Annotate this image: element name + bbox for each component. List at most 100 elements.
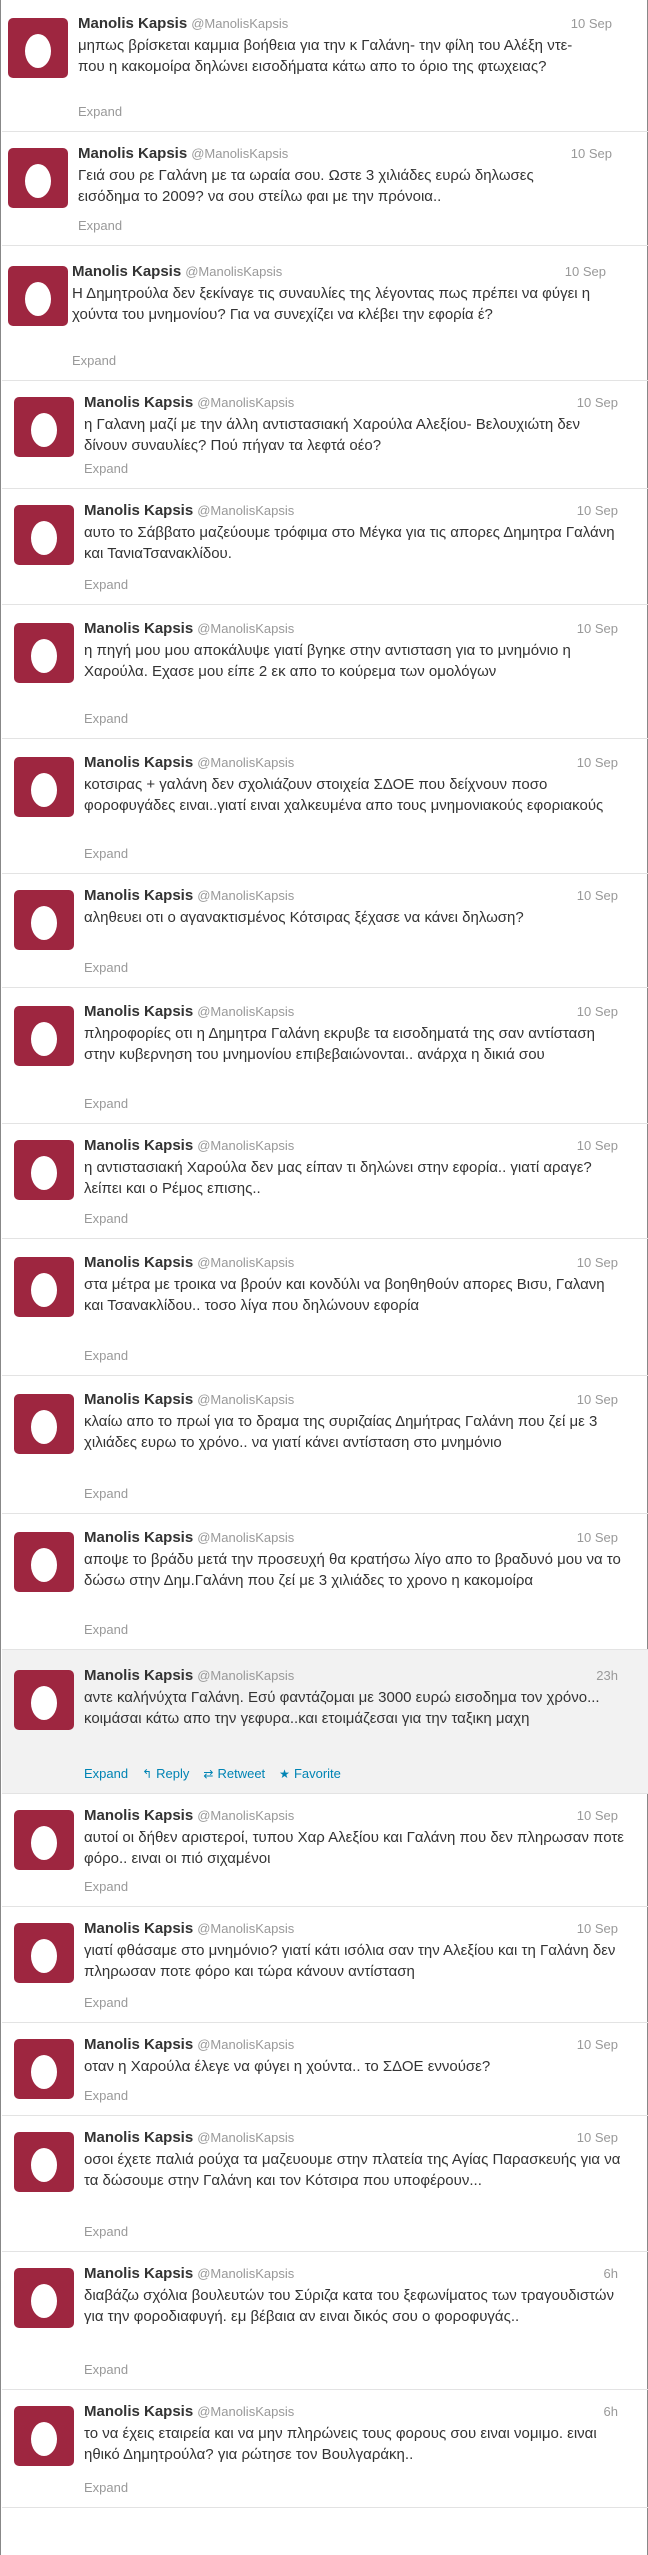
tweet-item[interactable]: Manolis Kapsis @ManolisKapsis 10 Sep αυτοί … xyxy=(2,1794,648,1907)
expand-link[interactable]: Expand xyxy=(84,460,128,478)
author-handle[interactable]: @ManolisKapsis xyxy=(191,16,288,31)
expand-link[interactable]: Expand xyxy=(84,959,128,977)
expand-link[interactable]: Expand xyxy=(84,1878,128,1896)
author-name[interactable]: Manolis Kapsis xyxy=(84,754,193,771)
expand-link[interactable]: Expand xyxy=(84,576,128,594)
author-handle[interactable]: @ManolisKapsis xyxy=(197,2037,294,2052)
tweet-timestamp[interactable]: 10 Sep xyxy=(577,1253,618,1273)
tweet-timestamp[interactable]: 10 Sep xyxy=(577,1806,618,1826)
author-handle[interactable]: @ManolisKapsis xyxy=(197,1921,294,1936)
author-handle[interactable]: @ManolisKapsis xyxy=(197,1138,294,1153)
author-handle[interactable]: @ManolisKapsis xyxy=(197,888,294,903)
expand-link[interactable]: Expand xyxy=(84,2479,128,2497)
tweet-timestamp[interactable]: 6h xyxy=(604,2402,618,2422)
tweet-item[interactable]: Manolis Kapsis @ManolisKapsis 10 Sep κοτσιρ… xyxy=(2,739,648,874)
tweet-timestamp[interactable]: 10 Sep xyxy=(577,1919,618,1939)
tweet-item[interactable]: Manolis Kapsis @ManolisKapsis 10 Sep αποψε … xyxy=(2,1514,648,1650)
author-handle[interactable]: @ManolisKapsis xyxy=(197,1392,294,1407)
author-handle[interactable]: @ManolisKapsis xyxy=(197,621,294,636)
author-name[interactable]: Manolis Kapsis xyxy=(84,1137,193,1154)
tweet-timestamp[interactable]: 10 Sep xyxy=(577,1390,618,1410)
tweet-timestamp[interactable]: 10 Sep xyxy=(577,2035,618,2055)
expand-link[interactable]: Expand xyxy=(78,103,122,121)
author-name[interactable]: Manolis Kapsis xyxy=(78,145,187,162)
author-handle[interactable]: @ManolisKapsis xyxy=(197,755,294,770)
expand-link[interactable]: Expand xyxy=(84,845,128,863)
author-name[interactable]: Manolis Kapsis xyxy=(84,502,193,519)
expand-link[interactable]: Expand xyxy=(84,1621,128,1639)
default-egg-avatar-icon[interactable] xyxy=(14,397,74,457)
tweet-item[interactable]: Manolis Kapsis @ManolisKapsis 6h διαβάζω σχ… xyxy=(2,2252,648,2390)
expand-link[interactable]: Expand xyxy=(84,1210,128,1228)
author-handle[interactable]: @ManolisKapsis xyxy=(197,1668,294,1683)
author-name[interactable]: Manolis Kapsis xyxy=(84,1391,193,1408)
author-handle[interactable]: @ManolisKapsis xyxy=(197,1004,294,1019)
default-egg-avatar-icon[interactable] xyxy=(14,623,74,683)
tweet-item[interactable]: Manolis Kapsis @ManolisKapsis 10 Sep οσοι έ… xyxy=(2,2116,648,2252)
expand-link[interactable]: Expand xyxy=(84,2087,128,2105)
tweet-timestamp[interactable]: 10 Sep xyxy=(577,753,618,773)
tweet-item[interactable]: Manolis Kapsis @ManolisKapsis 10 Sep οταν η… xyxy=(2,2023,648,2116)
author-handle[interactable]: @ManolisKapsis xyxy=(197,395,294,410)
author-name[interactable]: Manolis Kapsis xyxy=(84,2036,193,2053)
expand-link[interactable]: Expand xyxy=(78,217,122,235)
tweet-timestamp[interactable]: 10 Sep xyxy=(577,886,618,906)
favorite-button[interactable]: ★ Favorite xyxy=(279,1765,341,1783)
default-egg-avatar-icon[interactable] xyxy=(14,2268,74,2328)
default-egg-avatar-icon[interactable] xyxy=(14,757,74,817)
expand-link[interactable]: Expand xyxy=(84,1765,128,1783)
tweet-item[interactable]: Manolis Kapsis @ManolisKapsis 10 Sep η Γαλα… xyxy=(2,381,648,489)
tweet-item[interactable]: Manolis Kapsis @ManolisKapsis 10 Sep η αντι… xyxy=(2,1124,648,1239)
tweet-item[interactable]: Manolis Kapsis @ManolisKapsis 10 Sep Η Δημη… xyxy=(2,246,648,381)
tweet-timestamp[interactable]: 10 Sep xyxy=(577,1136,618,1156)
tweet-item[interactable]: Manolis Kapsis @ManolisKapsis 10 Sep πληροφ… xyxy=(2,988,648,1124)
author-handle[interactable]: @ManolisKapsis xyxy=(197,1255,294,1270)
tweet-timestamp[interactable]: 10 Sep xyxy=(577,1528,618,1548)
default-egg-avatar-icon[interactable] xyxy=(14,2132,74,2192)
default-egg-avatar-icon[interactable] xyxy=(14,1394,74,1454)
default-egg-avatar-icon[interactable] xyxy=(14,1532,74,1592)
tweet-item[interactable]: Manolis Kapsis @ManolisKapsis 10 Sep η πηγή… xyxy=(2,605,648,739)
author-name[interactable]: Manolis Kapsis xyxy=(84,2265,193,2282)
tweet-item[interactable]: Manolis Kapsis @ManolisKapsis 10 Sep κλαίω … xyxy=(2,1376,648,1514)
default-egg-avatar-icon[interactable] xyxy=(8,18,68,78)
author-name[interactable]: Manolis Kapsis xyxy=(84,1807,193,1824)
author-name[interactable]: Manolis Kapsis xyxy=(84,1667,193,1684)
author-name[interactable]: Manolis Kapsis xyxy=(84,2129,193,2146)
author-name[interactable]: Manolis Kapsis xyxy=(84,2403,193,2420)
tweet-item[interactable]: Manolis Kapsis @ManolisKapsis 10 Sep γιατί … xyxy=(2,1907,648,2023)
author-name[interactable]: Manolis Kapsis xyxy=(72,263,181,280)
tweet-timestamp[interactable]: 10 Sep xyxy=(577,1002,618,1022)
tweet-timestamp[interactable]: 10 Sep xyxy=(577,2128,618,2148)
author-handle[interactable]: @ManolisKapsis xyxy=(191,146,288,161)
expand-link[interactable]: Expand xyxy=(84,2361,128,2379)
tweet-item[interactable]: Manolis Kapsis @ManolisKapsis 10 Sep αληθευ… xyxy=(2,874,648,988)
author-name[interactable]: Manolis Kapsis xyxy=(84,1254,193,1271)
tweet-timestamp[interactable]: 10 Sep xyxy=(577,619,618,639)
tweet-item[interactable]: Manolis Kapsis @ManolisKapsis 23h αντε καλή… xyxy=(2,1650,648,1794)
default-egg-avatar-icon[interactable] xyxy=(14,1006,74,1066)
tweet-item[interactable]: Manolis Kapsis @ManolisKapsis 10 Sep μηπως … xyxy=(2,0,648,132)
author-handle[interactable]: @ManolisKapsis xyxy=(197,2266,294,2281)
default-egg-avatar-icon[interactable] xyxy=(8,148,68,208)
tweet-timestamp[interactable]: 6h xyxy=(604,2264,618,2284)
author-handle[interactable]: @ManolisKapsis xyxy=(185,264,282,279)
tweet-item[interactable]: Manolis Kapsis @ManolisKapsis 10 Sep στα μέ… xyxy=(2,1239,648,1376)
default-egg-avatar-icon[interactable] xyxy=(14,1257,74,1317)
expand-link[interactable]: Expand xyxy=(72,352,116,370)
author-handle[interactable]: @ManolisKapsis xyxy=(197,1808,294,1823)
author-handle[interactable]: @ManolisKapsis xyxy=(197,1530,294,1545)
tweet-item[interactable]: Manolis Kapsis @ManolisKapsis 10 Sep Γειά σ… xyxy=(2,132,648,246)
author-name[interactable]: Manolis Kapsis xyxy=(84,1920,193,1937)
expand-link[interactable]: Expand xyxy=(84,1485,128,1503)
tweet-timestamp[interactable]: 10 Sep xyxy=(577,393,618,413)
author-name[interactable]: Manolis Kapsis xyxy=(84,394,193,411)
reply-button[interactable]: ↰ Reply xyxy=(142,1765,189,1783)
author-handle[interactable]: @ManolisKapsis xyxy=(197,2404,294,2419)
tweet-timestamp[interactable]: 10 Sep xyxy=(571,144,612,164)
tweet-timestamp[interactable]: 10 Sep xyxy=(571,14,612,34)
expand-link[interactable]: Expand xyxy=(84,1347,128,1365)
author-name[interactable]: Manolis Kapsis xyxy=(78,15,187,32)
default-egg-avatar-icon[interactable] xyxy=(8,266,68,326)
author-handle[interactable]: @ManolisKapsis xyxy=(197,503,294,518)
